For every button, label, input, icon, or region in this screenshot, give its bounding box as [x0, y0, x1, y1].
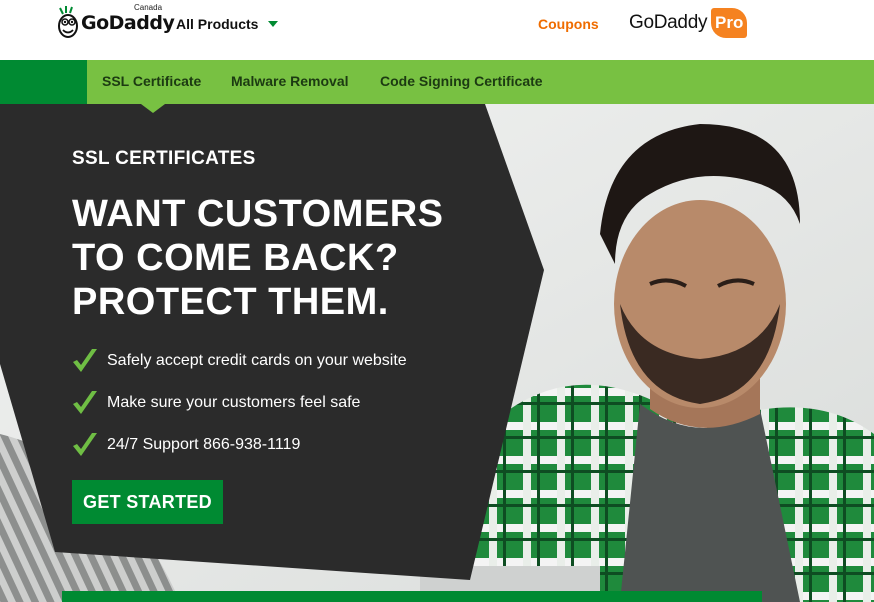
pro-logo-word: GoDaddy [629, 12, 708, 33]
chevron-down-icon [268, 21, 279, 27]
tab-ssl-certificate[interactable]: SSL Certificate [102, 73, 201, 89]
active-tab-indicator [141, 104, 165, 113]
hero-eyebrow: SSL CERTIFICATES [72, 148, 256, 169]
list-item: 24/7 Support 866-938-1119 [72, 424, 407, 466]
feature-text: Make sure your customers feel safe [107, 394, 361, 411]
checkmark-icon [73, 349, 97, 372]
headline-line: PROTECT THEM. [72, 281, 389, 323]
checkmark-icon [73, 391, 97, 414]
logo-region: Canada [134, 3, 163, 12]
bottom-green-bar [62, 591, 762, 602]
headline-line: TO COME BACK? [72, 237, 399, 279]
list-item: Make sure your customers feel safe [72, 382, 407, 424]
logo-wordmark: GoDaddy [81, 12, 175, 34]
tab-code-signing-certificate[interactable]: Code Signing Certificate [380, 73, 543, 89]
product-subnav: SSL Certificate Malware Removal Code Sig… [0, 60, 874, 113]
godaddy-logo[interactable]: GoDaddy Canada [57, 3, 175, 44]
hero-banner: SSL CERTIFICATES WANT CUSTOMERS TO COME … [0, 104, 874, 602]
feature-text: Safely accept credit cards on your websi… [107, 352, 407, 369]
godaddy-mascot-icon [58, 6, 78, 38]
subnav-accent-block [0, 60, 87, 104]
tab-malware-removal[interactable]: Malware Removal [231, 73, 349, 89]
coupons-link[interactable]: Coupons [538, 16, 599, 32]
godaddy-pro-link[interactable]: GoDaddy Pro [629, 8, 748, 38]
get-started-button[interactable]: GET STARTED [72, 480, 223, 524]
feature-list: Safely accept credit cards on your websi… [72, 340, 407, 466]
all-products-menu[interactable]: All Products [176, 16, 279, 32]
list-item: Safely accept credit cards on your websi… [72, 340, 407, 382]
hero-headline: WANT CUSTOMERS TO COME BACK? PROTECT THE… [72, 192, 492, 324]
checkmark-icon [73, 433, 97, 456]
feature-text: 24/7 Support 866-938-1119 [107, 436, 301, 453]
site-header: GoDaddy Canada All Products Coupons GoDa… [0, 0, 874, 60]
all-products-label: All Products [176, 16, 259, 32]
headline-line: WANT CUSTOMERS [72, 193, 444, 235]
pro-badge: Pro [711, 8, 748, 38]
